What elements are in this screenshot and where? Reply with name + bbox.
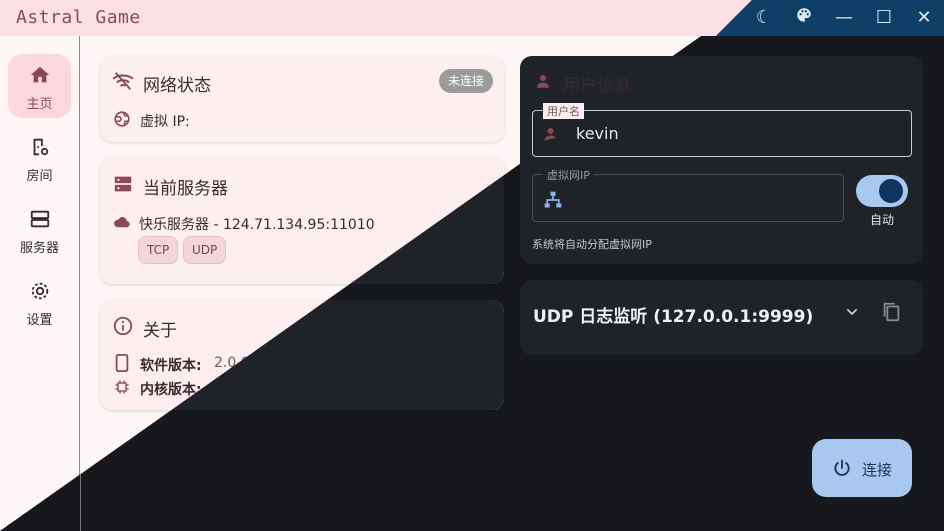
virtual-ip-field-label: 虚拟网IP — [543, 167, 594, 183]
sidebar-item-server[interactable]: 服务器 — [8, 198, 71, 262]
sidebar: 主页 房间 服务器 设置 — [0, 36, 80, 531]
power-icon — [834, 459, 850, 476]
auto-ip-toggle[interactable] — [856, 175, 908, 207]
phone-icon — [115, 354, 129, 372]
network-tree-icon — [544, 191, 562, 208]
title-bar: Astral Game ☾ — ☐ ✕ — [0, 0, 944, 36]
about-title: 关于 — [143, 321, 177, 341]
server-entry: 快乐服务器 - 124.71.134.95:11010 — [139, 217, 375, 233]
sidebar-item-label: 主页 — [26, 97, 53, 112]
moon-icon[interactable]: ☾ — [752, 6, 776, 30]
sidebar-item-home[interactable]: 主页 — [8, 54, 71, 118]
connect-button[interactable]: 连接 — [812, 439, 912, 497]
virtual-ip-field[interactable]: 虚拟网IP — [532, 167, 844, 222]
gear-icon — [31, 282, 48, 300]
sidebar-item-label: 房间 — [26, 169, 53, 184]
protocol-chip-tcp: TCP — [138, 236, 179, 264]
kernel-version-value: 2.2.4-Astral — [214, 379, 295, 395]
server-icon — [114, 176, 132, 192]
ip-hint: 系统将自动分配虚拟网IP — [532, 238, 652, 251]
maximize-icon[interactable]: ☐ — [872, 6, 896, 30]
server-icon — [30, 210, 49, 228]
protocol-chip-udp: UDP — [183, 236, 227, 264]
app-title: Astral Game — [16, 7, 141, 28]
username-field[interactable]: 用户名 kevin — [532, 103, 912, 157]
minimize-icon[interactable]: — — [832, 6, 856, 30]
about-card: 关于 软件版本: 2.0.0-beta.45 内核版本: 2.2.4-Astra… — [100, 300, 504, 410]
info-icon — [113, 316, 133, 336]
network-title: 网络状态 — [143, 76, 211, 96]
user-info-card: 用户信息 用户名 kevin 虚拟网IP 自动 系统将自动分配虚拟网IP — [520, 56, 923, 264]
cloud-icon — [114, 217, 130, 228]
home-icon — [30, 66, 49, 83]
auto-label: 自动 — [870, 213, 895, 227]
person-icon — [537, 75, 549, 88]
globe-icon — [114, 111, 130, 127]
udp-title: UDP 日志监听 (127.0.0.1:9999) — [533, 307, 814, 327]
status-badge: 未连接 — [439, 69, 494, 93]
room-icon — [33, 138, 48, 156]
sidebar-item-settings[interactable]: 设置 — [8, 270, 71, 334]
network-status-card: 网络状态 未连接 虚拟 IP: — [100, 56, 504, 142]
palette-icon[interactable] — [792, 6, 816, 30]
connect-label: 连接 — [862, 461, 893, 479]
person-edit-icon — [544, 128, 556, 141]
server-title: 当前服务器 — [143, 179, 228, 199]
chip-icon — [115, 380, 129, 394]
udp-log-card[interactable]: UDP 日志监听 (127.0.0.1:9999) — [520, 280, 923, 355]
username-value: kevin — [576, 124, 619, 143]
wifi-off-icon — [112, 72, 134, 90]
chevron-down-icon[interactable] — [844, 304, 860, 320]
virtual-ip-label: 虚拟 IP: — [140, 114, 190, 130]
sidebar-item-label: 设置 — [26, 313, 53, 328]
close-icon[interactable]: ✕ — [912, 6, 936, 30]
kernel-version-label: 内核版本: — [140, 382, 202, 398]
sidebar-item-room[interactable]: 房间 — [8, 126, 71, 190]
sidebar-item-label: 服务器 — [19, 241, 59, 256]
server-card: 当前服务器 快乐服务器 - 124.71.134.95:11010 TCP UD… — [100, 157, 504, 284]
username-field-label: 用户名 — [543, 103, 584, 119]
user-title: 用户信息 — [563, 76, 631, 96]
software-version-label: 软件版本: — [140, 358, 202, 374]
software-version-value: 2.0.0-beta.45 — [214, 355, 309, 371]
copy-icon[interactable] — [880, 300, 902, 324]
